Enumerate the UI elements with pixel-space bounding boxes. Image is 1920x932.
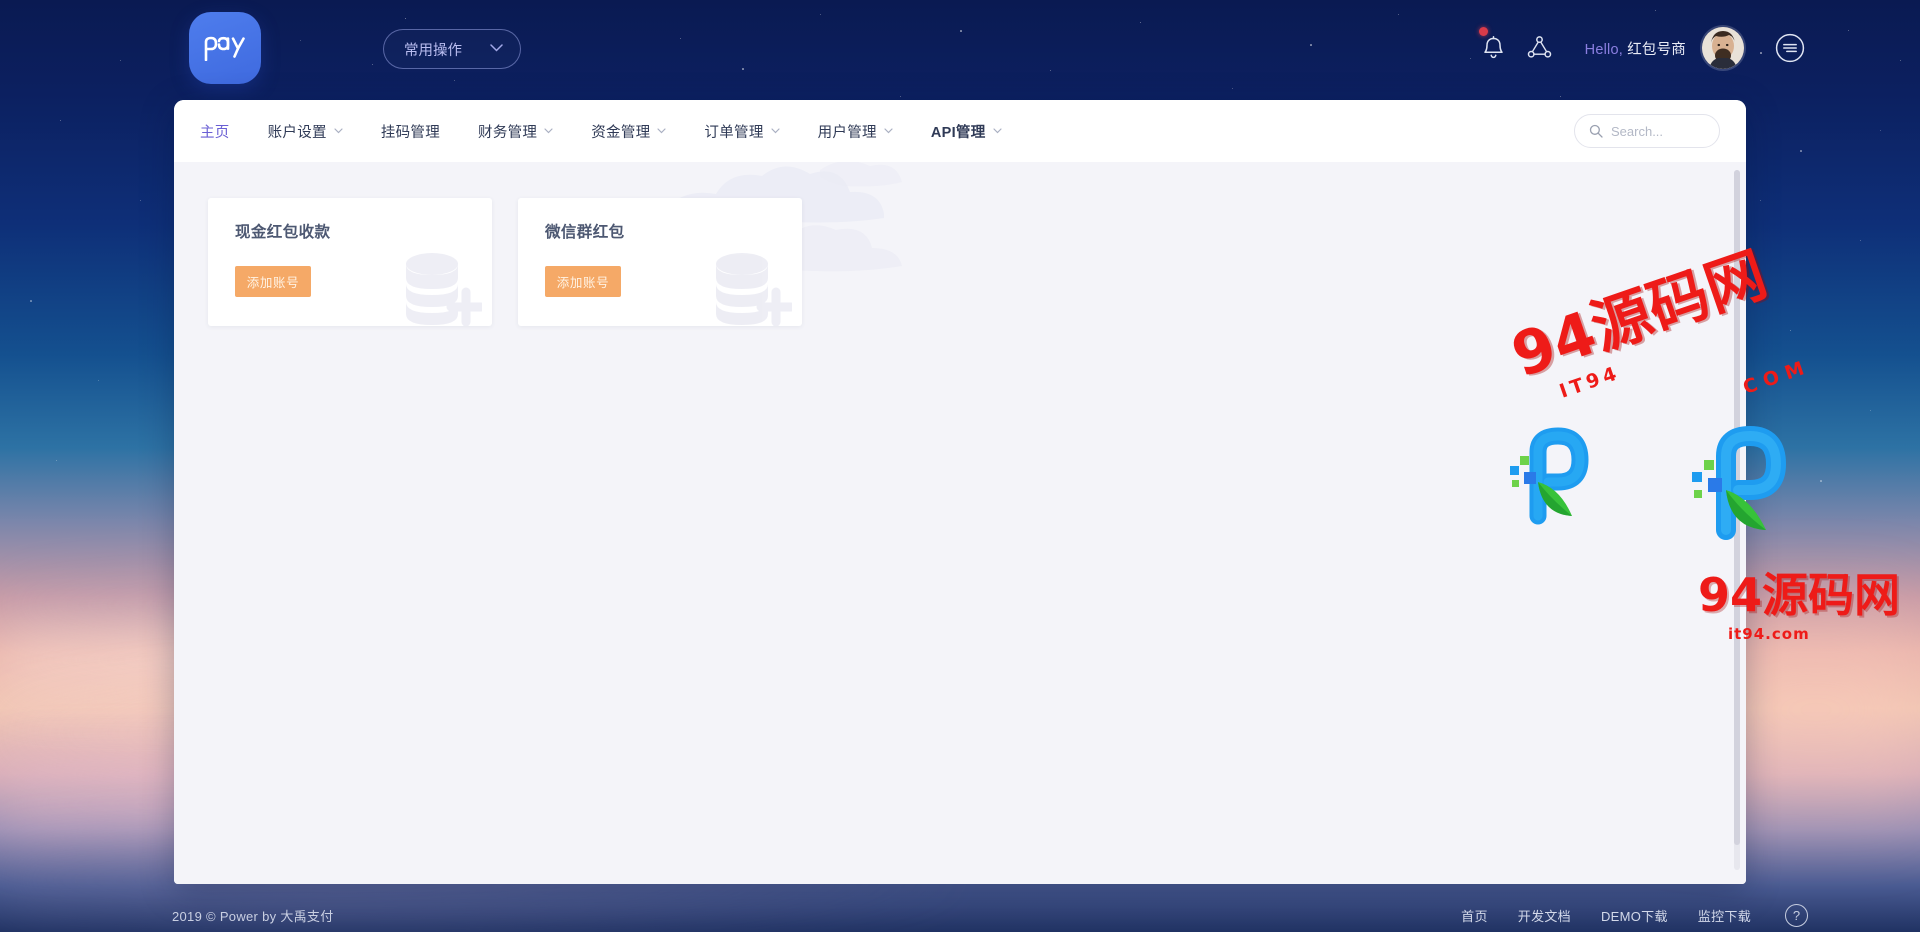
nav-item-7[interactable]: API管理: [931, 121, 1002, 142]
nav-item-label: 主页: [200, 124, 230, 141]
footer-link-0[interactable]: 首页: [1461, 906, 1488, 925]
nav-item-label: API管理: [930, 124, 986, 141]
footer: 2019 © Power by 大禹支付 首页 开发文档 DEMO下载 监控下载 ?: [0, 898, 1920, 932]
account-card: 现金红包收款添加账号: [208, 198, 492, 326]
database-add-icon: [406, 253, 482, 326]
footer-link-1[interactable]: 开发文档: [1518, 906, 1571, 925]
chevron-down-icon: [657, 127, 667, 137]
footer-link-3[interactable]: 监控下载: [1698, 906, 1751, 925]
nav-item-4[interactable]: 资金管理: [591, 121, 667, 142]
card-list: 现金红包收款 添加账号 微信群红包 添加账号: [208, 198, 1746, 326]
pay-logo-icon: [204, 36, 245, 61]
nav-item-label: 订单管理: [704, 124, 764, 141]
nav-item-label: 财务管理: [478, 124, 538, 141]
primary-navigation: 主页 账户设置 挂码管理 财务管理 资金管理 订单管理 用户管理 API管理: [174, 100, 1746, 162]
nav-item-label: 资金管理: [591, 124, 651, 141]
bell-icon: [1484, 35, 1503, 58]
greeting-prefix: Hello,: [1584, 41, 1623, 58]
avatar[interactable]: [1702, 27, 1744, 69]
nav-item-3[interactable]: 财务管理: [478, 121, 553, 142]
chevron-down-icon: [490, 43, 503, 55]
share-network-icon: [1527, 35, 1552, 58]
account-card: 微信群红包 添加账号: [518, 198, 802, 326]
chevron-down-icon: [334, 127, 343, 137]
search-input[interactable]: [1611, 123, 1701, 139]
main-panel: 主页 账户设置 挂码管理 财务管理 资金管理 订单管理 用户管理 API管理 现金红包收款添加…: [174, 100, 1746, 884]
main-menu-button[interactable]: [1774, 32, 1806, 64]
hamburger-circle-icon: [1775, 33, 1805, 63]
top-bar-right: Hello, 红包号商: [1471, 0, 1806, 96]
footer-copyright: 2019 © Power by 大禹支付: [172, 908, 334, 924]
chevron-down-icon: [992, 127, 1002, 137]
notification-badge-dot: [1478, 27, 1488, 36]
search-icon: [1589, 124, 1603, 138]
quick-operations-label: 常用操作: [404, 42, 462, 59]
watermark-tld-text: COM: [1740, 355, 1814, 399]
nav-item-2[interactable]: 挂码管理: [381, 121, 440, 142]
add-account-button[interactable]: 添加账号: [545, 266, 621, 297]
nav-item-5[interactable]: 订单管理: [704, 121, 780, 142]
chevron-down-icon: [544, 127, 553, 137]
app-background: 常用操作 Hello, 红包号商 主页 账户设置 挂码管理 财务管理 资金管理 …: [0, 0, 1920, 932]
user-name: 红包号商: [1627, 41, 1686, 58]
nav-item-label: 用户管理: [817, 124, 877, 141]
share-button[interactable]: [1517, 25, 1563, 71]
notifications-button[interactable]: [1471, 25, 1517, 71]
greeting: Hello, 红包号商: [1585, 38, 1686, 59]
content-area: 现金红包收款 添加账号 微信群红包 添加账号: [174, 162, 1746, 884]
nav-item-1[interactable]: 账户设置: [268, 121, 343, 142]
quick-operations-dropdown[interactable]: 常用操作: [383, 29, 521, 69]
add-account-button[interactable]: 添加账号: [235, 266, 311, 297]
brand-logo[interactable]: [189, 12, 261, 84]
card-title: 微信群红包: [545, 224, 625, 241]
chevron-down-icon: [771, 127, 780, 137]
help-button[interactable]: ?: [1785, 903, 1808, 927]
help-icon: ?: [1792, 907, 1801, 923]
database-add-icon: [716, 253, 792, 326]
footer-link-2[interactable]: DEMO下载: [1601, 906, 1668, 925]
top-bar: 常用操作 Hello, 红包号商: [0, 0, 1920, 96]
avatar-image: [1702, 27, 1744, 69]
watermark-sub-text: it94.com: [1728, 625, 1810, 643]
card-title: 现金红包收款: [235, 224, 331, 241]
nav-item-0[interactable]: 主页: [200, 121, 230, 142]
footer-links: 首页 开发文档 DEMO下载 监控下载 ?: [1461, 903, 1808, 927]
chevron-down-icon: [884, 127, 893, 137]
search-box[interactable]: [1574, 114, 1720, 148]
nav-item-label: 账户设置: [267, 124, 327, 141]
nav-item-label: 挂码管理: [380, 124, 441, 141]
nav-item-6[interactable]: 用户管理: [818, 121, 893, 142]
